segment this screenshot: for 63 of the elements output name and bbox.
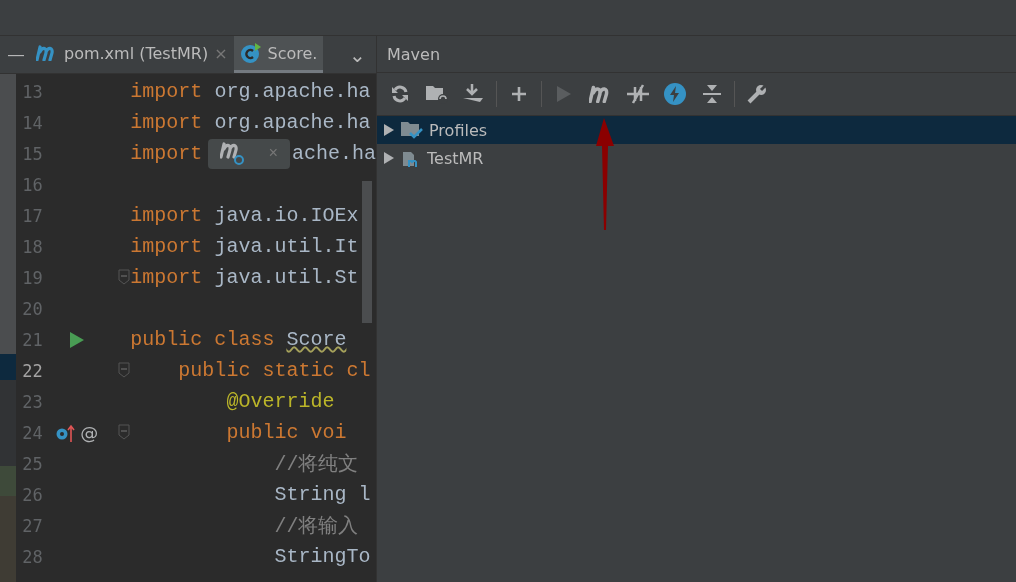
expand-arrow-icon[interactable] — [383, 124, 395, 136]
folder-check-icon — [401, 120, 423, 140]
refresh-icon — [390, 84, 410, 104]
line-number: 27 — [21, 515, 44, 536]
line-number: 13 — [21, 81, 44, 102]
tab-list-button[interactable]: ⌄ — [339, 36, 376, 73]
tree-label: Profiles — [429, 120, 488, 140]
line-number: 20 — [21, 298, 44, 319]
code-token: org.apache.ha — [213, 111, 371, 134]
editor-tab[interactable]: Score. — [233, 36, 324, 73]
code-token: java.util.St — [213, 266, 359, 289]
code-token: import — [130, 266, 203, 289]
code-token: import — [130, 142, 203, 165]
hide-button[interactable]: — — [0, 36, 30, 73]
code-token: import — [130, 80, 203, 103]
code-token: org.apache.ha — [213, 80, 371, 103]
code-token: //将输入 — [273, 514, 359, 539]
line-number: 24 — [21, 422, 44, 443]
wrench-icon — [747, 84, 767, 104]
java-class-icon — [239, 42, 262, 64]
line-number: 18 — [21, 236, 44, 257]
run-icon — [557, 86, 571, 102]
plus-icon — [511, 86, 527, 102]
code-token: Score — [286, 328, 347, 351]
code-token: public voi — [225, 421, 347, 444]
line-number: 21 — [21, 329, 44, 350]
code-token: java.io.IOEx — [213, 204, 359, 227]
lightning-icon — [664, 83, 686, 105]
line-number: 26 — [21, 484, 44, 505]
line-number: 14 — [21, 112, 44, 133]
panel-title: Maven — [387, 44, 441, 64]
code-token: StringTo — [273, 545, 371, 568]
scrollbar[interactable] — [362, 181, 372, 323]
run-icon[interactable] — [70, 331, 85, 348]
editor-tab[interactable]: pom.xml (TestMR) × — [30, 36, 234, 73]
line-number: 17 — [21, 205, 44, 226]
line-number: 28 — [21, 546, 44, 567]
expand-arrow-icon[interactable] — [383, 152, 395, 164]
code-token: @Override — [225, 390, 335, 413]
code-token: ache.ha — [292, 142, 376, 165]
line-number: 25 — [21, 453, 44, 474]
code-token: public class — [130, 328, 276, 351]
skip-tests-icon — [627, 84, 649, 104]
tree-item[interactable]: TestMR — [377, 144, 1016, 172]
override-icon[interactable] — [56, 423, 77, 442]
line-number: 15 — [21, 143, 44, 164]
line-number: 22 — [21, 360, 44, 381]
code-token: import — [130, 111, 203, 134]
download-icon — [462, 83, 486, 105]
tree-label: TestMR — [427, 148, 484, 168]
code-token: //将纯文 — [273, 452, 359, 477]
code-token: import — [130, 235, 203, 258]
line-number: 19 — [21, 267, 44, 288]
annotation-marker[interactable]: @ — [80, 422, 99, 443]
tree-item[interactable]: Profiles — [377, 116, 1016, 144]
code-token: public static cl — [177, 359, 371, 382]
collapse-icon — [703, 84, 721, 104]
line-number: 16 — [21, 174, 44, 195]
code-token: import — [130, 204, 203, 227]
code-token: String l — [273, 483, 371, 506]
maven-reload-icon[interactable] — [220, 141, 247, 166]
code-token: java.util.It — [213, 235, 359, 258]
line-number: 23 — [21, 391, 44, 412]
